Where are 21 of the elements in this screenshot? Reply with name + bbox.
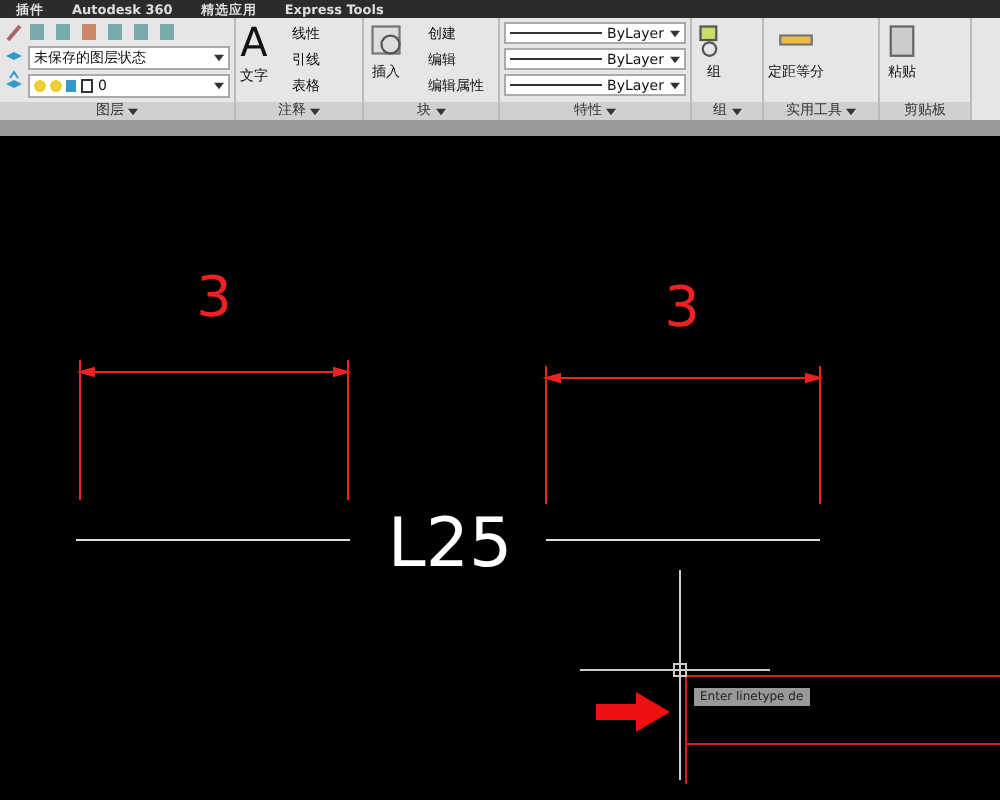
layers-icon[interactable] (4, 46, 24, 66)
caret-icon[interactable] (435, 107, 445, 115)
caret-icon[interactable] (670, 29, 680, 37)
dimension-text: 3 (664, 274, 700, 340)
layer-status-icon[interactable] (34, 78, 94, 94)
caret-icon[interactable] (310, 107, 320, 115)
caret-icon[interactable] (214, 54, 224, 62)
caret-icon[interactable] (846, 107, 856, 115)
dimension-text: 3 (196, 264, 232, 330)
clipboard-icon[interactable] (884, 22, 920, 58)
layers-icon[interactable] (4, 70, 24, 90)
caret-icon[interactable] (606, 107, 616, 115)
label-text: L25 (387, 504, 513, 584)
caret-icon[interactable] (128, 107, 138, 115)
caret-icon[interactable] (731, 107, 741, 115)
caret-icon[interactable] (670, 81, 680, 89)
brush-icon[interactable] (4, 22, 24, 42)
block-icon[interactable] (368, 22, 404, 58)
caret-icon[interactable] (670, 55, 680, 63)
arrow-icon (596, 692, 670, 732)
caret-icon[interactable] (214, 82, 224, 90)
